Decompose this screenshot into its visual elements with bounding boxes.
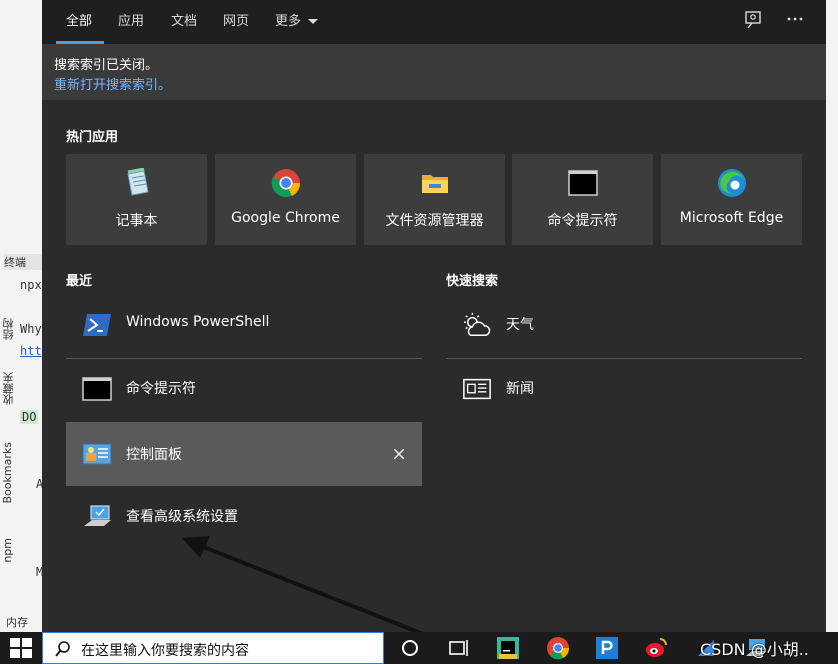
weather-icon: [464, 312, 491, 336]
ide-bottom-tab[interactable]: 内存: [6, 614, 28, 630]
quick-search-label: 天气: [506, 317, 534, 333]
quick-search-heading: 快速搜索: [446, 274, 499, 289]
quick-search-weather[interactable]: 天气: [446, 296, 802, 356]
divider: [66, 358, 422, 359]
ide-side-tab-npm[interactable]: npm: [1, 538, 14, 563]
feedback-icon[interactable]: [744, 10, 764, 30]
weibo-app-icon[interactable]: [644, 636, 668, 660]
tile-label: 文件资源管理器: [385, 213, 484, 229]
search-tab-bar: 全部 应用 文档 网页 更多: [42, 0, 826, 44]
control-panel-icon: [82, 443, 112, 465]
recent-item-label: Windows PowerShell: [126, 314, 270, 330]
tab-apps[interactable]: 应用: [118, 10, 144, 29]
tile-microsoft-edge[interactable]: Microsoft Edge: [661, 154, 802, 245]
recent-heading: 最近: [66, 274, 93, 289]
top-apps-heading: 热门应用: [66, 130, 119, 145]
search-input[interactable]: 在这里输入你要搜索的内容: [81, 640, 249, 660]
ide-line: npx: [20, 278, 42, 292]
ide-line-link[interactable]: htt: [20, 344, 42, 358]
tab-all[interactable]: 全部: [66, 10, 92, 29]
tile-file-explorer[interactable]: 文件资源管理器: [364, 154, 505, 245]
chrome-icon: [271, 169, 301, 198]
tab-documents[interactable]: 文档: [171, 10, 197, 29]
recent-item-label: 控制面板: [126, 447, 182, 463]
more-options-icon[interactable]: [786, 10, 806, 30]
taskbar-search-box[interactable]: 在这里输入你要搜索的内容: [42, 632, 384, 664]
cmd-icon: [568, 170, 598, 196]
tab-web[interactable]: 网页: [223, 10, 249, 29]
tile-google-chrome[interactable]: Google Chrome: [215, 154, 356, 245]
tile-label: Microsoft Edge: [679, 210, 784, 226]
cmd-icon: [82, 377, 112, 401]
ide-side-tab-structure[interactable]: 结构: [1, 318, 17, 340]
task-view-icon[interactable]: [446, 636, 470, 660]
windows-start-icon[interactable]: [9, 636, 33, 660]
recent-item-control-panel[interactable]: 控制面板: [66, 422, 422, 486]
recent-item-command-prompt[interactable]: 命令提示符: [66, 360, 422, 420]
powershell-icon: [83, 314, 111, 336]
csdn-watermark: CSDN @小胡..: [700, 640, 809, 659]
ide-side-tab-favorites[interactable]: 收藏夹: [1, 372, 17, 405]
reopen-index-link[interactable]: 重新打开搜索索引。: [54, 74, 171, 93]
recent-item-label: 命令提示符: [126, 381, 196, 397]
ide-terminal-tab[interactable]: 终端: [4, 254, 42, 270]
cortana-icon[interactable]: [398, 636, 422, 660]
tile-label: Google Chrome: [231, 210, 340, 226]
recent-item-powershell[interactable]: Windows PowerShell: [66, 296, 422, 356]
chevron-down-icon: [308, 18, 319, 24]
folder-icon: [422, 175, 448, 193]
ide-line: DO: [20, 410, 39, 424]
notice-text: 搜索索引已关闭。: [54, 58, 159, 73]
background-window-edge: [826, 0, 838, 632]
news-icon: [463, 378, 491, 400]
tile-label: 记事本: [115, 213, 158, 229]
tab-more[interactable]: 更多: [275, 10, 319, 29]
divider: [446, 358, 802, 359]
tab-more-label: 更多: [275, 14, 302, 29]
tile-command-prompt[interactable]: 命令提示符: [512, 154, 653, 245]
quick-search-news[interactable]: 新闻: [446, 360, 802, 420]
tile-notepad[interactable]: 记事本: [66, 154, 207, 245]
background-ide-window: 终端 npx Why htt DO A M 结构 收藏夹 Bookmarks n…: [0, 0, 43, 632]
search-index-notice: 搜索索引已关闭。 重新打开搜索索引。: [42, 44, 826, 100]
goland-app-icon[interactable]: [496, 636, 520, 660]
recent-item-label: 查看高级系统设置: [126, 509, 238, 525]
system-settings-icon: [84, 505, 111, 526]
windows-taskbar: 在这里输入你要搜索的内容 CSDN @小胡..: [0, 632, 838, 664]
quick-search-label: 新闻: [506, 381, 534, 397]
edge-icon: [718, 169, 746, 197]
notepad-icon: [127, 168, 149, 196]
chrome-taskbar-icon[interactable]: [546, 636, 570, 660]
ide-side-tab-bookmarks[interactable]: Bookmarks: [1, 442, 14, 503]
search-icon: [55, 641, 70, 657]
tile-label: 命令提示符: [547, 213, 618, 229]
close-icon[interactable]: [394, 449, 404, 459]
ide-line: Why: [20, 322, 42, 336]
pycharm-app-icon[interactable]: [595, 636, 619, 660]
annotation-arrow: [182, 536, 429, 638]
